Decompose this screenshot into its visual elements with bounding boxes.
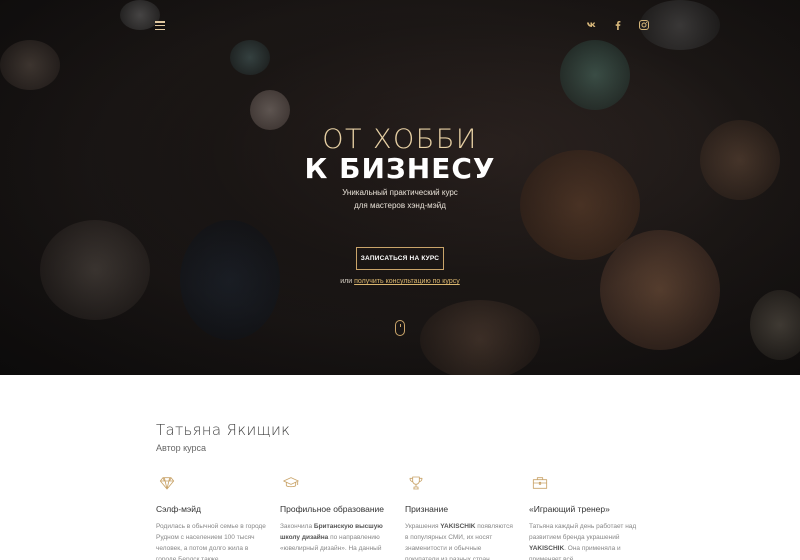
hero-section: ОТ ХОББИ К БИЗНЕСУ Уникальный практическ… xyxy=(0,0,800,375)
graduation-cap-icon xyxy=(283,475,299,491)
feature-title: Профильное образование xyxy=(280,504,385,514)
feature-text: Украшения YAKISCHIK появляются в популяр… xyxy=(405,521,517,560)
feature-text-part: Украшения xyxy=(405,523,441,530)
feature-text-bold: YAKISCHIK xyxy=(529,545,565,552)
hero-subtitle-line2: для мастеров хэнд-мэйд xyxy=(354,201,446,210)
feature-playing-coach: «Играющий тренер» Татьяна каждый день ра… xyxy=(529,475,641,560)
feature-text: Закончила Британскую высшую школу дизайн… xyxy=(280,521,392,554)
author-role: Автор курса xyxy=(156,443,207,453)
feature-text-part: Татьяна каждый день работает над развити… xyxy=(529,523,637,541)
feature-recognition: Признание Украшения YAKISCHIK появляются… xyxy=(405,475,517,560)
vk-icon[interactable] xyxy=(585,18,599,32)
feature-text-part: Закончила xyxy=(280,523,314,530)
hero-title: ОТ ХОББИ К БИЗНЕСУ xyxy=(0,126,800,183)
social-links xyxy=(585,18,651,32)
author-name: Татьяна Якищик xyxy=(156,421,291,439)
mouse-scroll-icon[interactable] xyxy=(395,320,405,336)
hero-title-line1: ОТ ХОББИ xyxy=(322,124,478,155)
feature-text: Родилась в обычной семье в городе Рудном… xyxy=(156,523,266,560)
signup-course-button[interactable]: ЗАПИСАТЬСЯ НА КУРС xyxy=(356,247,444,270)
hero-subtitle: Уникальный практический курс для мастеро… xyxy=(0,186,800,212)
feature-text: Татьяна каждый день работает над развити… xyxy=(529,521,641,560)
feature-education: Профильное образование Закончила Британс… xyxy=(280,475,392,554)
diamond-icon xyxy=(159,475,175,491)
consultation-link[interactable]: получить консультацию по курсу xyxy=(354,278,460,285)
consult-prefix: или xyxy=(340,278,353,285)
instagram-icon[interactable] xyxy=(637,18,651,32)
feature-text-bold: YAKISCHIK xyxy=(440,523,476,530)
consultation-line: или получить консультацию по курсу xyxy=(0,278,800,285)
trophy-icon xyxy=(408,475,424,491)
feature-title: Признание xyxy=(405,504,449,514)
facebook-icon[interactable] xyxy=(611,18,625,32)
hero-title-line2: К БИЗНЕСУ xyxy=(304,152,496,185)
feature-title: Сэлф-мэйд xyxy=(156,504,201,514)
hero-subtitle-line1: Уникальный практический курс xyxy=(342,188,458,197)
feature-self-made: Сэлф-мэйд Родилась в обычной семье в гор… xyxy=(156,475,268,560)
hamburger-icon[interactable] xyxy=(155,21,165,30)
briefcase-icon xyxy=(532,475,548,491)
feature-title: «Играющий тренер» xyxy=(529,504,610,514)
